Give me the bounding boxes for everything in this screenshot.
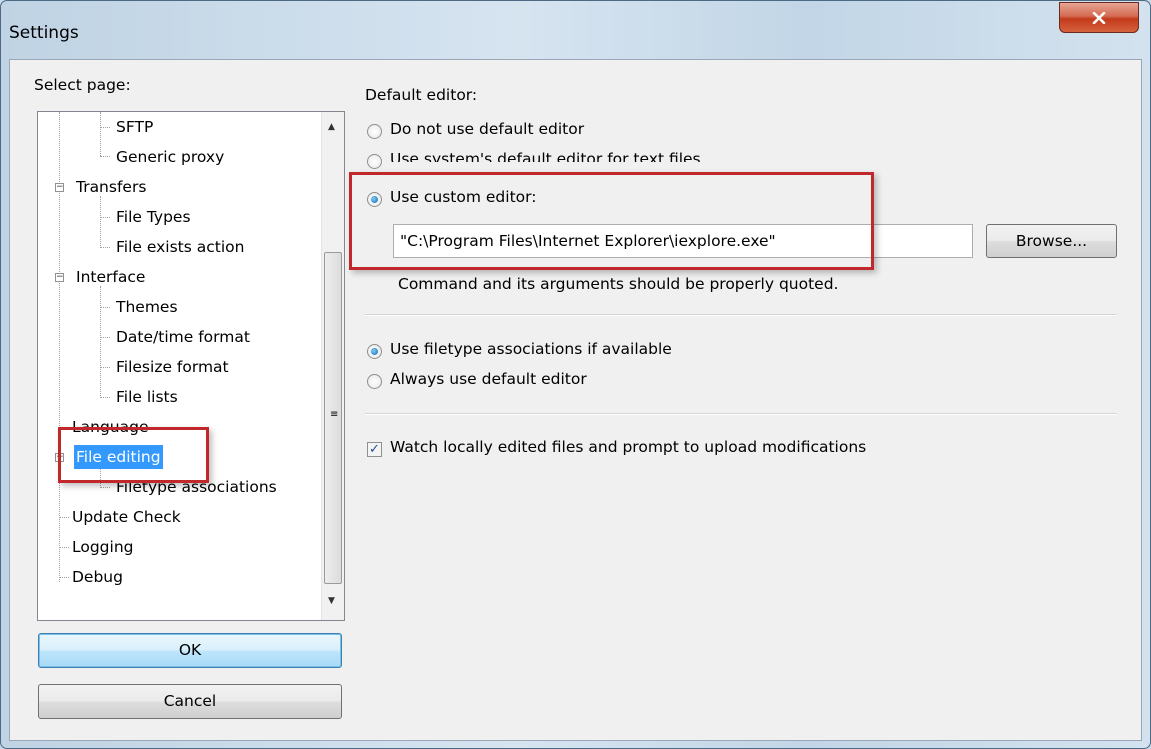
window-title: Settings <box>9 23 79 43</box>
scroll-down-arrow-icon[interactable]: ▼ <box>328 596 335 606</box>
ok-button[interactable]: OK <box>38 633 342 668</box>
tree-line <box>100 337 110 338</box>
tree-line <box>100 196 101 248</box>
tree-item-logging[interactable]: Logging <box>72 535 134 559</box>
highlight-box-file-editing <box>58 427 209 483</box>
tree-line <box>59 577 69 578</box>
page-tree[interactable]: − − − SFTP Generic proxy Transfers File … <box>37 111 345 621</box>
tree-item-sftp[interactable]: SFTP <box>116 115 153 139</box>
tree-item-generic-proxy[interactable]: Generic proxy <box>116 145 224 169</box>
tree-scrollbar[interactable]: ▲ ≡ ▼ <box>321 112 344 620</box>
custom-editor-hint: Command and its arguments should be prop… <box>398 275 839 293</box>
tree-item-update-check[interactable]: Update Check <box>72 505 181 529</box>
radio-always-default-editor[interactable] <box>367 374 382 389</box>
tree-line <box>59 547 69 548</box>
tree-line <box>59 517 69 518</box>
separator <box>365 314 1117 316</box>
cancel-button[interactable]: Cancel <box>38 684 342 719</box>
tree-line <box>100 286 101 398</box>
tree-item-file-types[interactable]: File Types <box>116 205 191 229</box>
tree-line <box>100 112 101 156</box>
radio-use-filetype-associations[interactable] <box>367 344 382 359</box>
tree-line <box>100 247 110 248</box>
tree-line <box>100 156 110 157</box>
tree-item-interface[interactable]: Interface <box>76 265 145 289</box>
radio-use-filetype-associations-label[interactable]: Use filetype associations if available <box>390 340 672 358</box>
radio-no-default-editor[interactable] <box>367 124 382 139</box>
settings-window: Settings Select page: − − − SFTP Generic… <box>0 0 1151 749</box>
tree-line <box>100 367 110 368</box>
collapse-icon[interactable]: − <box>55 183 64 192</box>
select-page-label: Select page: <box>34 76 131 94</box>
radio-system-default-editor[interactable] <box>367 154 382 169</box>
tree-item-filesize-format[interactable]: Filesize format <box>116 355 229 379</box>
tree-item-file-exists-action[interactable]: File exists action <box>116 235 244 259</box>
tree-item-debug[interactable]: Debug <box>72 565 123 589</box>
scroll-up-arrow-icon[interactable]: ▲ <box>328 122 335 132</box>
scrollbar-thumb[interactable]: ≡ <box>324 252 342 584</box>
tree-line <box>100 397 110 398</box>
tree-line <box>100 307 110 308</box>
tree-line <box>100 127 110 128</box>
browse-button[interactable]: Browse... <box>986 224 1117 258</box>
watch-files-checkbox[interactable]: ✓ <box>367 442 382 457</box>
watch-files-label[interactable]: Watch locally edited files and prompt to… <box>390 438 866 456</box>
tree-item-file-lists[interactable]: File lists <box>116 385 178 409</box>
checkmark-icon: ✓ <box>369 442 380 457</box>
tree-line <box>100 217 110 218</box>
tree-line <box>100 487 110 488</box>
highlight-box-custom-editor <box>349 172 874 270</box>
radio-always-default-editor-label[interactable]: Always use default editor <box>390 370 587 388</box>
grip-icon: ≡ <box>330 409 339 420</box>
tree-item-themes[interactable]: Themes <box>116 295 178 319</box>
default-editor-label: Default editor: <box>365 86 478 104</box>
tree-item-datetime-format[interactable]: Date/time format <box>116 325 250 349</box>
close-icon <box>1092 11 1106 24</box>
tree-item-transfers[interactable]: Transfers <box>76 175 146 199</box>
collapse-icon[interactable]: − <box>55 273 64 282</box>
dialog-client-area: Select page: − − − SFTP Generic proxy Tr… <box>9 59 1142 741</box>
separator <box>365 413 1117 415</box>
radio-no-default-editor-label[interactable]: Do not use default editor <box>390 120 584 138</box>
radio-system-default-editor-label[interactable]: Use system's default editor for text fil… <box>390 150 701 162</box>
close-button[interactable] <box>1059 2 1139 33</box>
